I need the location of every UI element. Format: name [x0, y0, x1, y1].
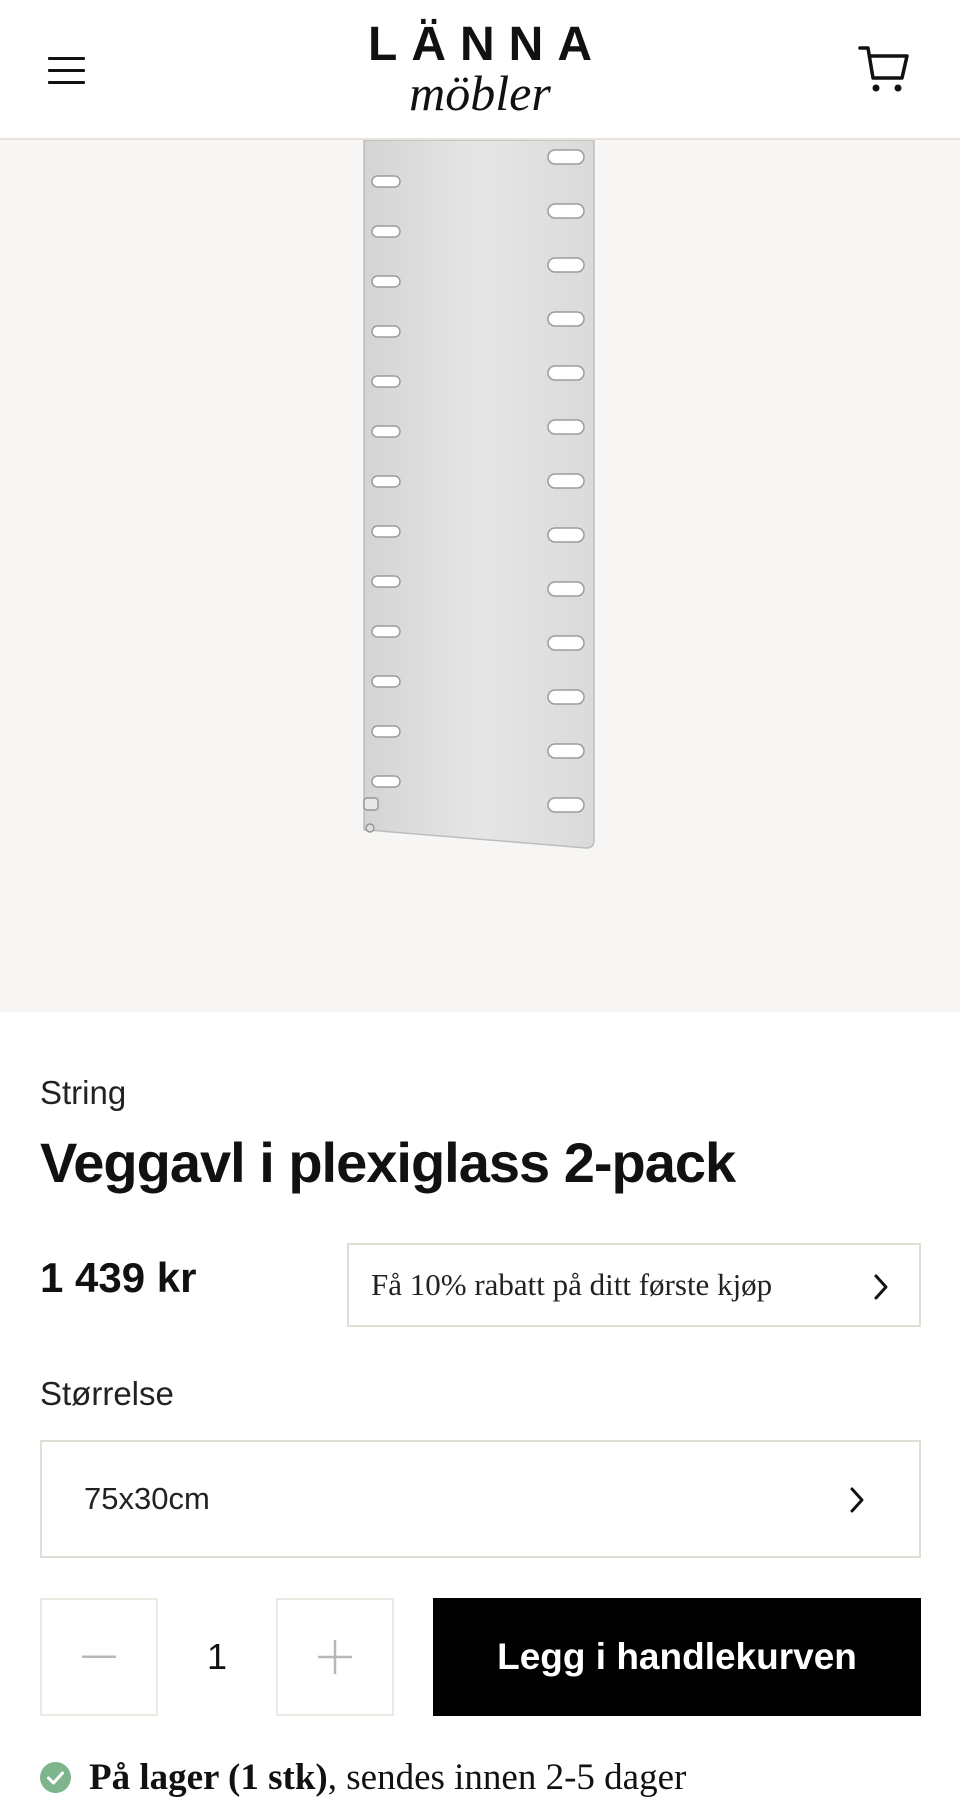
size-selector[interactable]: 75x30cm: [40, 1440, 921, 1558]
quantity-increase-button[interactable]: [276, 1598, 394, 1716]
quantity-decrease-button[interactable]: [40, 1598, 158, 1716]
cart-button[interactable]: [856, 40, 912, 96]
chevron-right-icon: [850, 1487, 864, 1513]
product-price: 1 439 kr: [40, 1254, 197, 1301]
minus-icon: [82, 1655, 116, 1658]
site-logo[interactable]: LÄNNA möbler: [0, 18, 960, 118]
promo-text: Få 10% rabatt på ditt første kjøp: [371, 1267, 773, 1302]
check-circle-icon: [40, 1762, 71, 1793]
size-selected-value: 75x30cm: [84, 1481, 210, 1516]
logo-wordmark: LÄNNA: [368, 18, 606, 71]
site-header: LÄNNA möbler: [0, 0, 960, 140]
stock-availability: På lager (1 stk): [89, 1757, 328, 1798]
size-label: Størrelse: [40, 1375, 174, 1412]
logo-subtitle: möbler: [409, 65, 551, 121]
stock-status: På lager (1 stk), sendes innen 2-5 dager: [40, 1756, 686, 1799]
plus-icon: [318, 1640, 352, 1674]
shopping-cart-icon: [858, 46, 909, 92]
product-title: Veggavl i plexiglass 2-pack: [40, 1131, 736, 1194]
stock-delivery-text: , sendes innen 2-5 dager: [327, 1757, 687, 1798]
product-image: [363, 140, 595, 849]
chevron-right-icon: [874, 1274, 888, 1300]
discount-promo-button[interactable]: Få 10% rabatt på ditt første kjøp: [347, 1243, 921, 1327]
product-image-gallery[interactable]: [0, 140, 960, 1012]
add-to-cart-button[interactable]: Legg i handlekurven: [433, 1598, 921, 1716]
quantity-value[interactable]: 1: [160, 1598, 274, 1716]
product-brand[interactable]: String: [40, 1074, 126, 1112]
